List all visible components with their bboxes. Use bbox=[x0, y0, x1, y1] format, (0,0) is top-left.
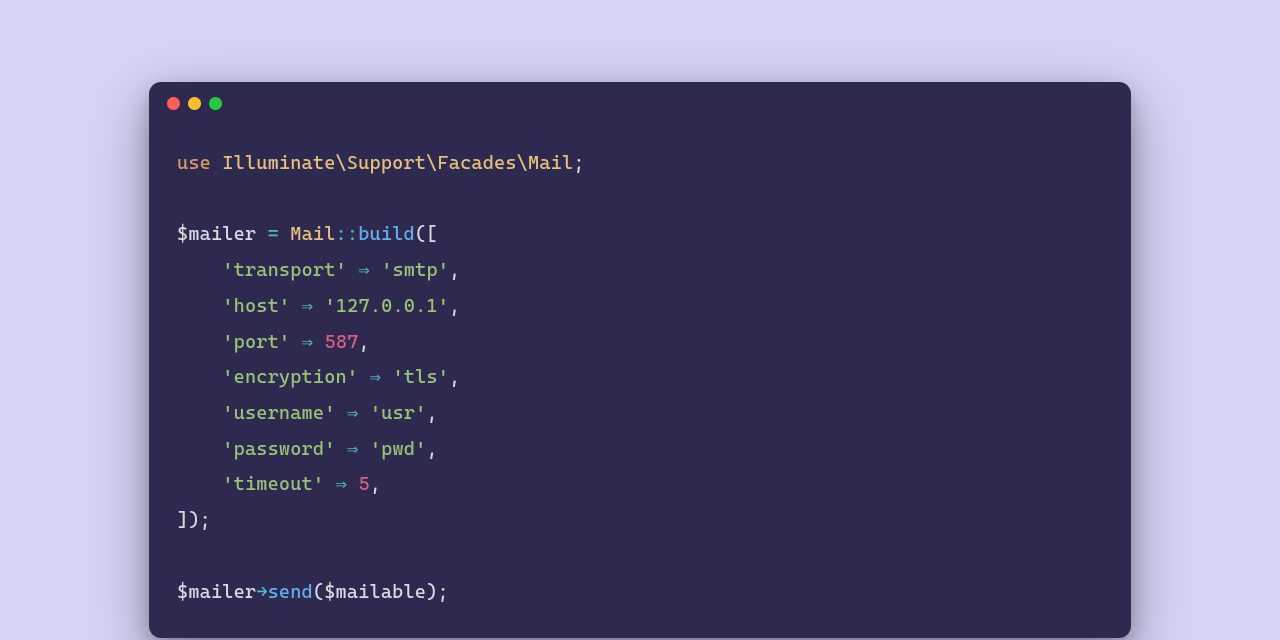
val-timeout: 5 bbox=[359, 473, 370, 495]
open-bracket: ([ bbox=[415, 223, 438, 245]
arrow: ⇒ bbox=[347, 402, 359, 424]
val-encryption: 'tls' bbox=[392, 366, 449, 388]
val-port: 587 bbox=[325, 331, 359, 353]
val-username: 'usr' bbox=[370, 402, 427, 424]
indent bbox=[177, 438, 222, 460]
indent bbox=[177, 259, 222, 281]
indent bbox=[177, 331, 222, 353]
arrow: ⇒ bbox=[336, 473, 348, 495]
op-assign: = bbox=[268, 223, 279, 245]
var-mailer-call: $mailer bbox=[177, 581, 256, 603]
key-username: 'username' bbox=[222, 402, 335, 424]
arrow: ⇒ bbox=[302, 331, 314, 353]
op-scope: :: bbox=[336, 223, 359, 245]
code-block: use Illuminate\Support\Facades\Mail; $ma… bbox=[149, 124, 1131, 638]
method-arrow: → bbox=[256, 581, 267, 603]
minimize-icon[interactable] bbox=[188, 97, 201, 110]
key-password: 'password' bbox=[222, 438, 335, 460]
close-icon[interactable] bbox=[167, 97, 180, 110]
indent bbox=[177, 295, 222, 317]
code-window: use Illuminate\Support\Facades\Mail; $ma… bbox=[149, 82, 1131, 638]
arrow: ⇒ bbox=[358, 259, 370, 281]
lparen: ( bbox=[313, 581, 324, 603]
maximize-icon[interactable] bbox=[209, 97, 222, 110]
key-encryption: 'encryption' bbox=[222, 366, 358, 388]
comma: , bbox=[426, 438, 437, 460]
class-mail: Mail bbox=[290, 223, 335, 245]
indent bbox=[177, 366, 222, 388]
fn-build: build bbox=[358, 223, 415, 245]
indent bbox=[177, 473, 222, 495]
arrow: ⇒ bbox=[302, 295, 314, 317]
key-timeout: 'timeout' bbox=[222, 473, 324, 495]
val-password: 'pwd' bbox=[370, 438, 427, 460]
namespace-path: Illuminate\Support\Facades\Mail bbox=[222, 152, 573, 174]
rparen-semi: ); bbox=[426, 581, 449, 603]
close-bracket: ]); bbox=[177, 509, 211, 531]
key-transport: 'transport' bbox=[222, 259, 347, 281]
window-titlebar bbox=[149, 82, 1131, 124]
var-mailable: $mailable bbox=[324, 581, 426, 603]
val-host: '127.0.0.1' bbox=[325, 295, 450, 317]
arrow: ⇒ bbox=[370, 366, 382, 388]
comma: , bbox=[359, 331, 370, 353]
key-host: 'host' bbox=[222, 295, 290, 317]
comma: , bbox=[449, 366, 460, 388]
val-transport: 'smtp' bbox=[381, 259, 449, 281]
indent bbox=[177, 402, 222, 424]
comma: , bbox=[449, 295, 460, 317]
comma: , bbox=[426, 402, 437, 424]
semicolon: ; bbox=[573, 152, 584, 174]
comma: , bbox=[370, 473, 381, 495]
key-port: 'port' bbox=[222, 331, 290, 353]
fn-send: send bbox=[268, 581, 313, 603]
var-mailer: $mailer bbox=[177, 223, 256, 245]
arrow: ⇒ bbox=[347, 438, 359, 460]
comma: , bbox=[449, 259, 460, 281]
keyword-use: use bbox=[177, 152, 211, 174]
